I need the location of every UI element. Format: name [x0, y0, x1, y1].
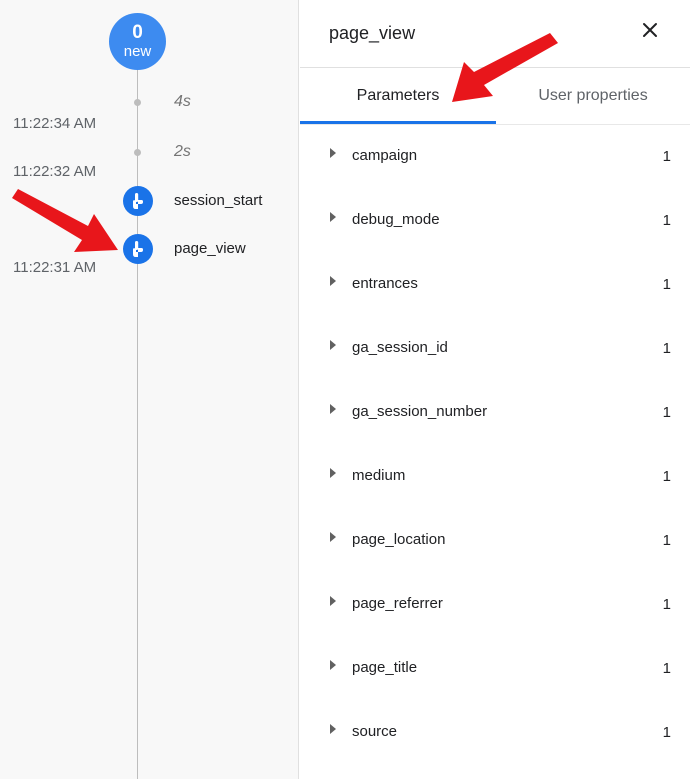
timeline-line: [137, 60, 138, 779]
caret-right-icon[interactable]: [330, 596, 336, 606]
tab-parameters[interactable]: Parameters: [300, 68, 496, 124]
parameter-name: ga_session_id: [352, 339, 448, 356]
caret-right-icon[interactable]: [330, 532, 336, 542]
touch-icon[interactable]: [123, 186, 153, 216]
parameter-name: campaign: [352, 147, 418, 164]
parameter-count: 1: [662, 724, 671, 741]
parameter-row[interactable]: ga_session_number 1: [300, 380, 690, 444]
parameter-row[interactable]: medium 1: [300, 444, 690, 508]
parameter-row[interactable]: ga_session_id 1: [300, 316, 690, 380]
timeline-event-page-view[interactable]: page_view: [174, 240, 246, 257]
timestamp: 11:22:32 AM: [13, 163, 97, 180]
parameter-name: debug_mode: [352, 211, 440, 228]
timestamp: 11:22:34 AM: [13, 115, 97, 132]
parameter-name: entrances: [352, 275, 418, 292]
parameter-count: 1: [662, 468, 671, 485]
touch-icon[interactable]: [123, 234, 153, 264]
new-events-label: new: [123, 43, 152, 60]
caret-right-icon[interactable]: [330, 276, 336, 286]
parameter-name: page_location: [352, 531, 446, 548]
new-events-count: 0: [132, 22, 143, 43]
close-icon[interactable]: [638, 18, 662, 42]
caret-right-icon[interactable]: [330, 148, 336, 158]
timeline-gap-dot: [134, 99, 141, 106]
parameter-list: campaign 1 debug_mode 1 entrances 1 ga_s…: [300, 124, 690, 764]
parameter-name: page_title: [352, 659, 418, 676]
parameter-row[interactable]: page_referrer 1: [300, 572, 690, 636]
caret-right-icon[interactable]: [330, 724, 336, 734]
parameter-row[interactable]: entrances 1: [300, 252, 690, 316]
caret-right-icon[interactable]: [330, 212, 336, 222]
parameter-name: ga_session_number: [352, 403, 488, 420]
timeline-event-session-start[interactable]: session_start: [174, 192, 262, 209]
parameter-count: 1: [662, 276, 671, 293]
parameter-count: 1: [662, 340, 671, 357]
parameter-count: 1: [662, 148, 671, 165]
parameter-row[interactable]: source 1: [300, 700, 690, 764]
caret-right-icon[interactable]: [330, 660, 336, 670]
parameter-name: page_referrer: [352, 595, 443, 612]
timeline-gap-label: 4s: [174, 93, 191, 110]
debugview-timeline: 0 new 4s 11:22:34 AM 2s 11:22:32 AM sess…: [0, 0, 299, 779]
parameter-count: 1: [662, 532, 671, 549]
parameter-row[interactable]: campaign 1: [300, 124, 690, 188]
parameter-count: 1: [662, 404, 671, 421]
parameter-count: 1: [662, 212, 671, 229]
parameter-name: source: [352, 723, 398, 740]
tab-user-properties[interactable]: User properties: [496, 68, 690, 124]
parameter-name: medium: [352, 467, 406, 484]
parameter-count: 1: [662, 596, 671, 613]
parameter-row[interactable]: page_location 1: [300, 508, 690, 572]
new-events-badge[interactable]: 0 new: [109, 13, 166, 70]
caret-right-icon[interactable]: [330, 404, 336, 414]
timeline-gap-dot: [134, 149, 141, 156]
event-detail-title: page_view: [329, 23, 416, 43]
timeline-gap-label: 2s: [174, 143, 191, 160]
parameter-row[interactable]: debug_mode 1: [300, 188, 690, 252]
caret-right-icon[interactable]: [330, 468, 336, 478]
timestamp: 11:22:31 AM: [13, 259, 97, 276]
event-detail-panel: page_view Parameters User properties cam…: [300, 0, 690, 779]
parameter-row[interactable]: page_title 1: [300, 636, 690, 700]
parameter-count: 1: [662, 660, 671, 677]
caret-right-icon[interactable]: [330, 340, 336, 350]
